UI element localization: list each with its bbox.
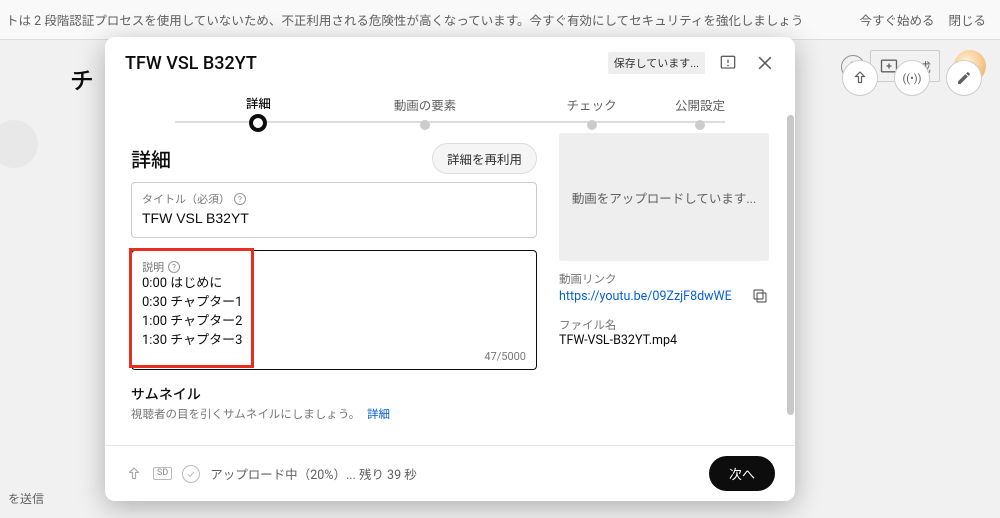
upload-modal: TFW VSL B32YT 保存しています... 詳細 動画の要素	[105, 37, 795, 501]
description-field[interactable]: 説明 ? 47/5000	[131, 250, 537, 370]
security-banner-text: トは 2 段階認証プロセスを使用していないため、不正利用される危険性が高くなって…	[6, 10, 845, 29]
char-count: 47/5000	[142, 350, 526, 363]
title-field[interactable]: タイトル（必須） ?	[131, 182, 537, 238]
title-field-label: タイトル（必須）	[142, 191, 230, 207]
modal-title: TFW VSL B32YT	[125, 53, 608, 74]
check-status-icon	[182, 465, 200, 483]
video-link-label: 動画リンク	[559, 271, 769, 287]
help-icon[interactable]: ?	[168, 261, 180, 273]
title-input[interactable]	[142, 210, 526, 226]
feedback-icon[interactable]	[717, 52, 739, 74]
upload-arrow-icon	[125, 465, 143, 483]
banner-close-button[interactable]: 閉じる	[948, 10, 986, 29]
description-textarea[interactable]	[142, 275, 526, 350]
copy-icon[interactable]	[751, 287, 769, 305]
thumbnail-subtext: 視聴者の目を引くサムネイルにしましょう。	[131, 407, 360, 421]
upload-shortcut-icon[interactable]	[842, 60, 878, 96]
thumbnail-heading: サムネイル	[131, 384, 537, 404]
reuse-details-button[interactable]: 詳細を再利用	[432, 143, 537, 174]
video-preview: 動画をアップロードしています...	[559, 133, 769, 261]
modal-scrollbar[interactable]	[787, 115, 794, 415]
file-name-value: TFW-VSL-B32YT.mp4	[559, 333, 769, 348]
upload-status-text: アップロード中（20%）... 残り 39 秒	[210, 464, 699, 483]
section-title: 詳細	[131, 144, 432, 173]
video-link[interactable]: https://youtu.be/09ZzjF8dwWE	[559, 289, 732, 304]
sd-badge: SD	[153, 467, 172, 481]
close-icon[interactable]	[753, 51, 777, 75]
step-elements[interactable]: 動画の要素	[342, 95, 509, 130]
step-checks[interactable]: チェック	[508, 95, 675, 130]
page-title: チ	[70, 61, 94, 96]
channel-avatar	[0, 120, 38, 168]
next-button[interactable]: 次へ	[709, 456, 775, 491]
live-shortcut-icon[interactable]: ((•))	[894, 60, 930, 96]
saving-badge: 保存しています...	[608, 52, 705, 74]
thumbnail-learn-more-link[interactable]: 詳細	[367, 407, 390, 421]
banner-start-button[interactable]: 今すぐ始める	[859, 10, 934, 29]
sidebar-fragment: を送信	[8, 490, 44, 507]
file-name-label: ファイル名	[559, 317, 769, 333]
description-label: 説明	[142, 259, 164, 275]
edit-shortcut-icon[interactable]	[946, 60, 982, 96]
help-icon[interactable]: ?	[234, 193, 246, 205]
step-details[interactable]: 詳細	[175, 93, 342, 132]
step-visibility[interactable]: 公開設定	[675, 95, 725, 130]
